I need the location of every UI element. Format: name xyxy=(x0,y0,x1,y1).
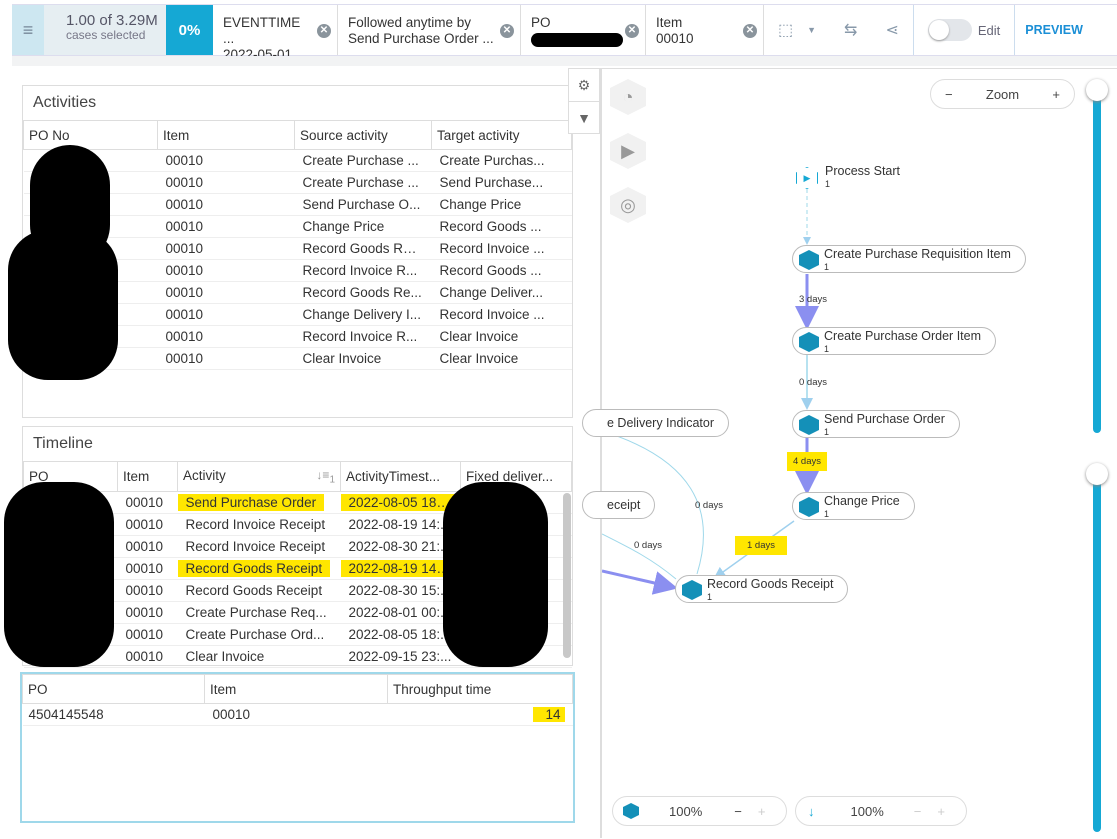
activity-icon xyxy=(799,497,819,517)
redaction xyxy=(443,482,548,667)
edge-label: 0 days xyxy=(799,377,827,388)
selection-percent: 0% xyxy=(166,5,213,55)
remove-filter-icon[interactable]: ✕ xyxy=(317,24,331,38)
activity-icon xyxy=(623,803,639,819)
redaction xyxy=(8,230,118,380)
paths-slider[interactable] xyxy=(1086,463,1108,832)
decrease-button[interactable]: − xyxy=(914,804,922,819)
filter-settings-icon[interactable]: ⇆ xyxy=(830,5,871,55)
filter-icon[interactable]: ▼ xyxy=(569,101,599,133)
redaction xyxy=(531,33,623,47)
zoom-out-button[interactable]: − xyxy=(945,87,953,102)
process-graph[interactable]: ◔ ▶ ◎ − Zoom + ▶ Process Start 1 Create Purc… xyxy=(582,68,1117,838)
redaction xyxy=(4,482,114,667)
edge-label: 0 days xyxy=(695,500,723,511)
throughput-table: PO Item Throughput time 4504145548 00010 14 xyxy=(22,674,573,726)
share-icon[interactable]: ⋖ xyxy=(871,5,912,55)
remove-filter-icon[interactable]: ✕ xyxy=(625,24,639,38)
node-create-po-item[interactable]: Create Purchase Order Item 1 xyxy=(792,327,997,355)
increase-button[interactable]: + xyxy=(937,804,945,819)
edge-label: 1 days xyxy=(735,536,787,555)
activities-slider[interactable] xyxy=(1086,79,1108,433)
preview-button[interactable]: PREVIEW xyxy=(1014,5,1093,55)
gear-icon[interactable]: ⚙ xyxy=(569,69,599,101)
sort-descending-icon[interactable]: ↓≡1 xyxy=(316,468,335,485)
throughput-panel: PO Item Throughput time 4504145548 00010 14 xyxy=(20,672,575,823)
activity-icon xyxy=(799,415,819,435)
selection-tool-icon[interactable]: ⬚ ▼ xyxy=(764,5,830,55)
node-invoice-receipt[interactable]: eceipt xyxy=(582,491,656,519)
path-percent-control: ↓ 100% − + xyxy=(795,796,967,826)
zoom-control: − Zoom + xyxy=(930,79,1075,109)
decrease-button[interactable]: − xyxy=(734,804,742,819)
remove-filter-icon[interactable]: ✕ xyxy=(500,24,514,38)
node-create-pr-item[interactable]: Create Purchase Requisition Item 1 xyxy=(792,245,1026,273)
edge-label: 4 days xyxy=(787,452,827,471)
table-row: 4504145548 00010 14 xyxy=(22,703,573,726)
filter-chip-eventtime[interactable]: EVENTTIME ... 2022-05-01 ... ✕ xyxy=(213,5,338,62)
scrollbar[interactable] xyxy=(563,493,571,658)
activity-icon xyxy=(799,332,819,352)
selection-summary[interactable]: 1.00 of 3.29M cases selected xyxy=(44,5,166,55)
zoom-in-button[interactable]: + xyxy=(1052,87,1060,102)
filter-chip-po[interactable]: PO ✕ xyxy=(521,5,646,55)
filter-chip-followed[interactable]: Followed anytime by Send Purchase Order .… xyxy=(338,5,521,55)
timeline-title: Timeline xyxy=(33,435,93,452)
menu-icon[interactable]: ≡ xyxy=(12,5,44,55)
edge xyxy=(602,569,678,595)
increase-button[interactable]: + xyxy=(758,804,766,819)
activity-percent-control: 100% − + xyxy=(612,796,787,826)
edge-label: 3 days xyxy=(799,294,827,305)
edge-label: 0 days xyxy=(634,540,662,551)
node-record-gr[interactable]: Record Goods Receipt 1 xyxy=(675,575,849,603)
activity-icon xyxy=(682,580,702,600)
arrow-down-icon: ↓ xyxy=(808,803,815,819)
graph-toolbar: ⚙ ▼ xyxy=(568,68,600,134)
edit-toggle[interactable]: Edit xyxy=(912,5,1014,55)
filter-chip-item[interactable]: Item 00010 ✕ xyxy=(646,5,764,55)
node-send-po[interactable]: Send Purchase Order 1 xyxy=(792,410,960,438)
filter-bar: ≡ 1.00 of 3.29M cases selected 0% EVENTTI… xyxy=(12,4,1117,62)
divider xyxy=(12,56,1117,66)
activities-title: Activities xyxy=(33,94,97,111)
node-change-price[interactable]: Change Price 1 xyxy=(792,492,915,520)
remove-filter-icon[interactable]: ✕ xyxy=(743,24,757,38)
node-change-delivery[interactable]: e Delivery Indicator xyxy=(582,409,729,437)
activity-icon xyxy=(799,250,819,270)
node-process-start[interactable]: ▶ Process Start 1 xyxy=(796,165,900,191)
